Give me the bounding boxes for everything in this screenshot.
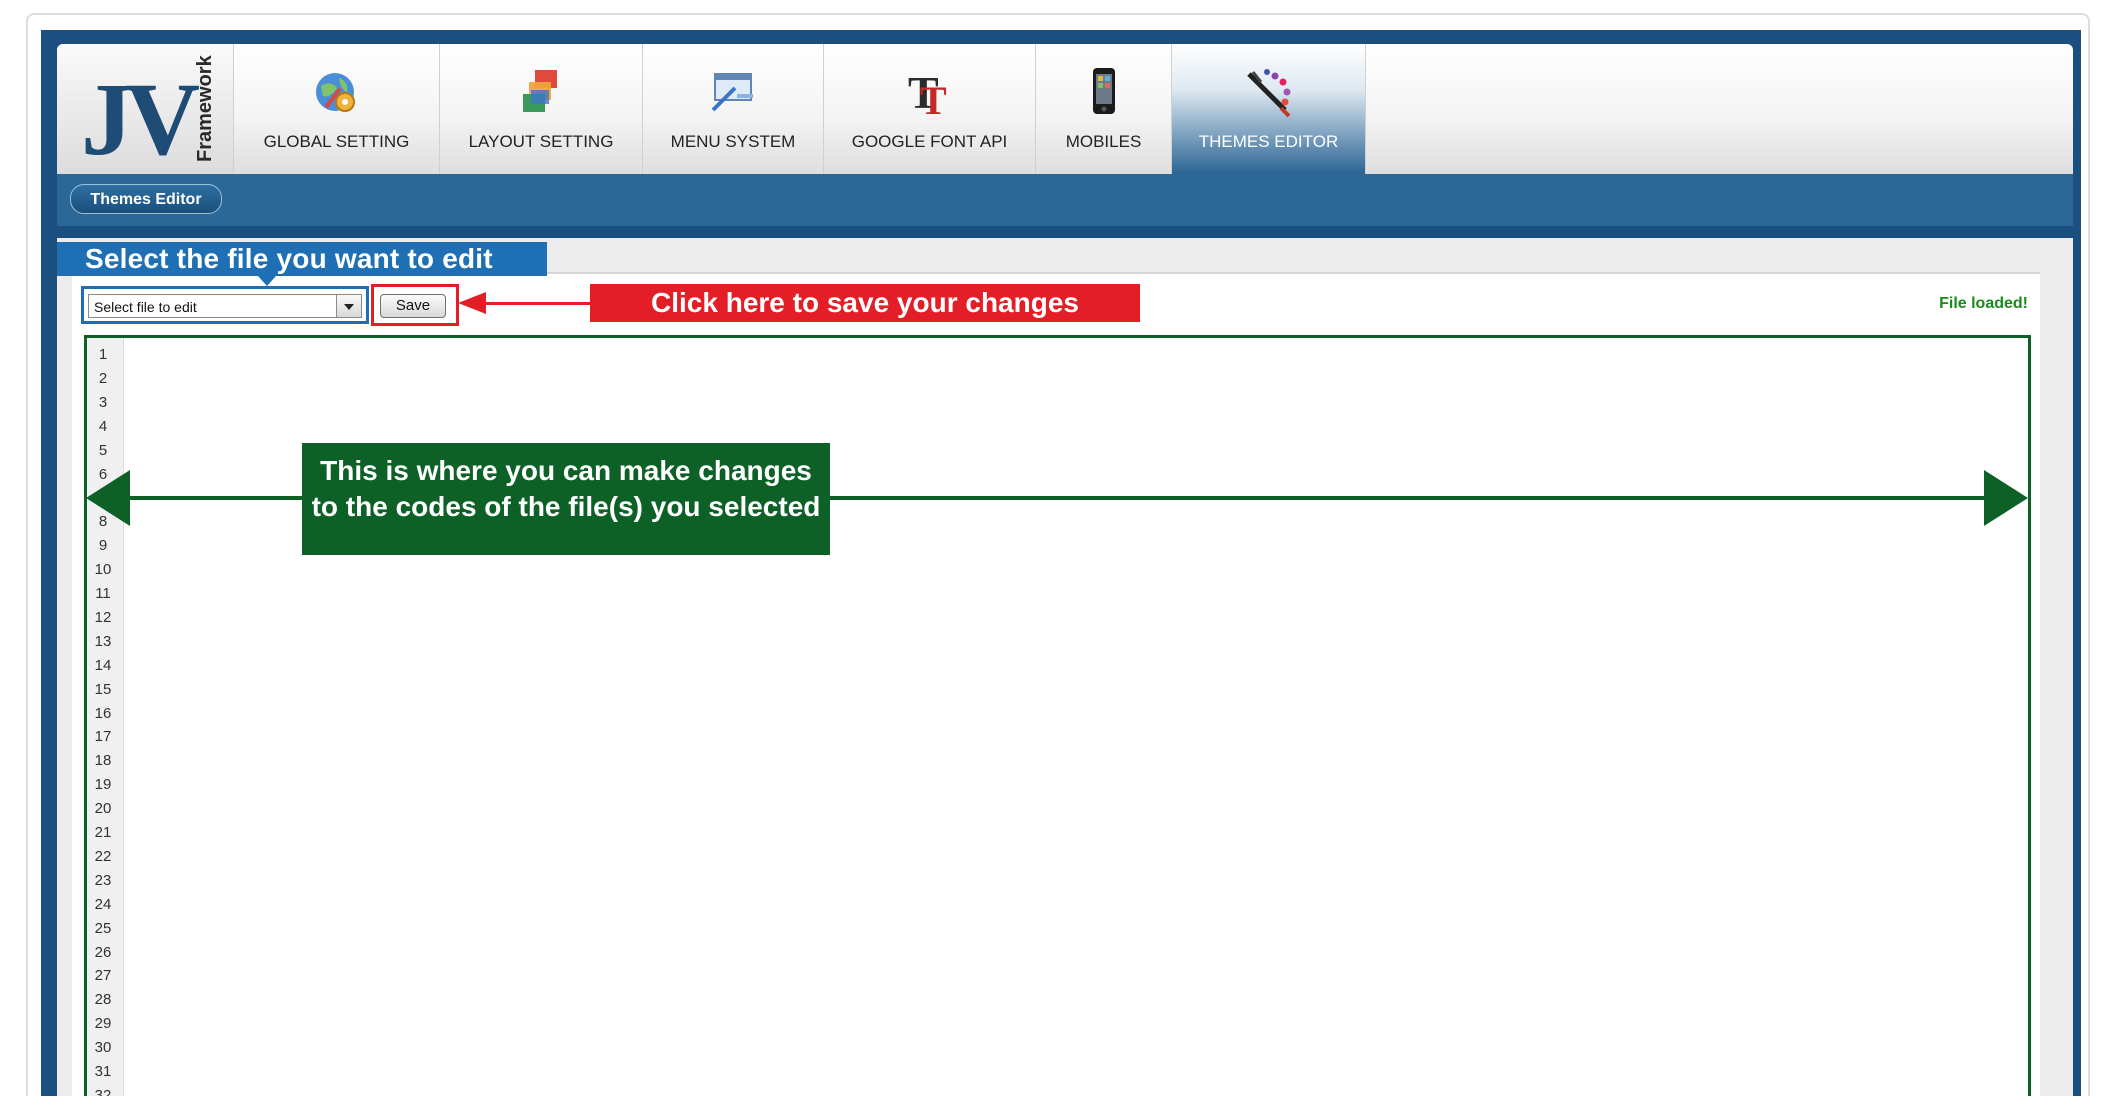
file-select-value: Select file to edit <box>94 299 197 315</box>
line-number: 24 <box>94 895 112 913</box>
editor-annotation-line1: This is where you can make changes <box>320 455 812 486</box>
tab-menu-system[interactable]: MENU SYSTEM <box>642 44 823 174</box>
line-number: 27 <box>94 967 112 985</box>
line-number: 4 <box>98 417 108 435</box>
save-button-highlight: Save <box>371 284 459 326</box>
line-number: 3 <box>98 393 108 411</box>
svg-text:JV: JV <box>81 62 199 166</box>
file-select-highlight: Select file to edit <box>81 286 369 324</box>
logo[interactable]: JV Framework <box>57 44 233 174</box>
layers-icon <box>523 70 557 112</box>
line-number: 14 <box>94 656 112 674</box>
line-number: 25 <box>94 919 112 937</box>
paint-palette-icon <box>1246 69 1290 118</box>
svg-text:T: T <box>920 78 947 120</box>
line-number: 12 <box>94 608 112 626</box>
line-number: 11 <box>95 585 111 602</box>
line-number: 21 <box>94 824 112 841</box>
line-number: 17 <box>94 728 112 746</box>
line-number: 22 <box>94 847 112 865</box>
font-icon: T T <box>908 67 947 120</box>
line-number: 20 <box>94 800 112 818</box>
tab-label: MENU SYSTEM <box>670 132 796 151</box>
tab-label: LAYOUT SETTING <box>468 132 614 151</box>
page: JV Framework GLOBAL SETTING LAYOUT SETTI… <box>0 0 2114 1096</box>
save-annotation: Click here to save your changes <box>590 284 1140 322</box>
line-number: 2 <box>98 369 108 387</box>
line-number: 31 <box>94 1063 112 1080</box>
tab-label: GOOGLE FONT API <box>851 132 1008 151</box>
line-number: 28 <box>94 991 112 1009</box>
tab-label: GLOBAL SETTING <box>263 132 410 151</box>
file-status: File loaded! <box>1939 295 2028 312</box>
save-button[interactable]: Save <box>380 294 446 318</box>
tab-mobiles[interactable]: MOBILES <box>1035 44 1171 174</box>
line-number: 13 <box>94 632 112 650</box>
tab-google-font-api[interactable]: T T GOOGLE FONT API <box>823 44 1035 174</box>
subnav-themes-editor[interactable]: Themes Editor <box>70 184 222 214</box>
line-number: 15 <box>94 680 112 698</box>
editor-annotation: This is where you can make changes to th… <box>302 443 830 555</box>
line-number: 29 <box>94 1015 112 1033</box>
annotation-pointer <box>258 276 276 286</box>
line-number-gutter: 1 2 3 4 5 6 7 8 9 10 11 12 13 14 15 16 17 18 19 20 21 22 23 24 2… <box>88 338 124 1096</box>
subnav-bar <box>57 174 2073 226</box>
line-number: 26 <box>94 943 112 961</box>
file-select-dropdown[interactable]: Select file to edit <box>88 294 362 318</box>
globe-settings-icon <box>315 73 355 112</box>
jv-logo-icon: JV Framework <box>81 54 216 166</box>
line-number: 30 <box>94 1039 112 1057</box>
arrow-right-icon <box>1984 470 2028 526</box>
menu-system-icon <box>711 73 753 112</box>
line-number: 5 <box>98 441 108 459</box>
line-number: 23 <box>94 871 112 889</box>
chevron-down-icon[interactable] <box>336 295 361 317</box>
editor-annotation-line2: to the codes of the file(s) you selected <box>311 491 821 522</box>
tab-label: MOBILES <box>1065 132 1142 151</box>
tab-layout-setting[interactable]: LAYOUT SETTING <box>439 44 642 174</box>
line-number: 16 <box>94 704 112 722</box>
line-number: 19 <box>94 776 112 794</box>
line-number: 18 <box>94 752 112 770</box>
annotation-arrow-line <box>480 302 590 305</box>
select-file-annotation: Select the file you want to edit <box>57 242 547 276</box>
mobile-phone-icon <box>1092 68 1115 114</box>
line-number: 9 <box>98 537 108 555</box>
tab-themes-editor[interactable]: THEMES EDITOR <box>1171 44 1366 174</box>
line-number: 1 <box>98 346 108 363</box>
arrow-left-icon <box>86 470 130 526</box>
line-number: 10 <box>94 561 112 579</box>
tab-global-setting[interactable]: GLOBAL SETTING <box>233 44 439 174</box>
svg-text:Framework: Framework <box>194 54 216 162</box>
tab-label: THEMES EDITOR <box>1198 132 1339 151</box>
line-number: 32 <box>94 1086 112 1096</box>
